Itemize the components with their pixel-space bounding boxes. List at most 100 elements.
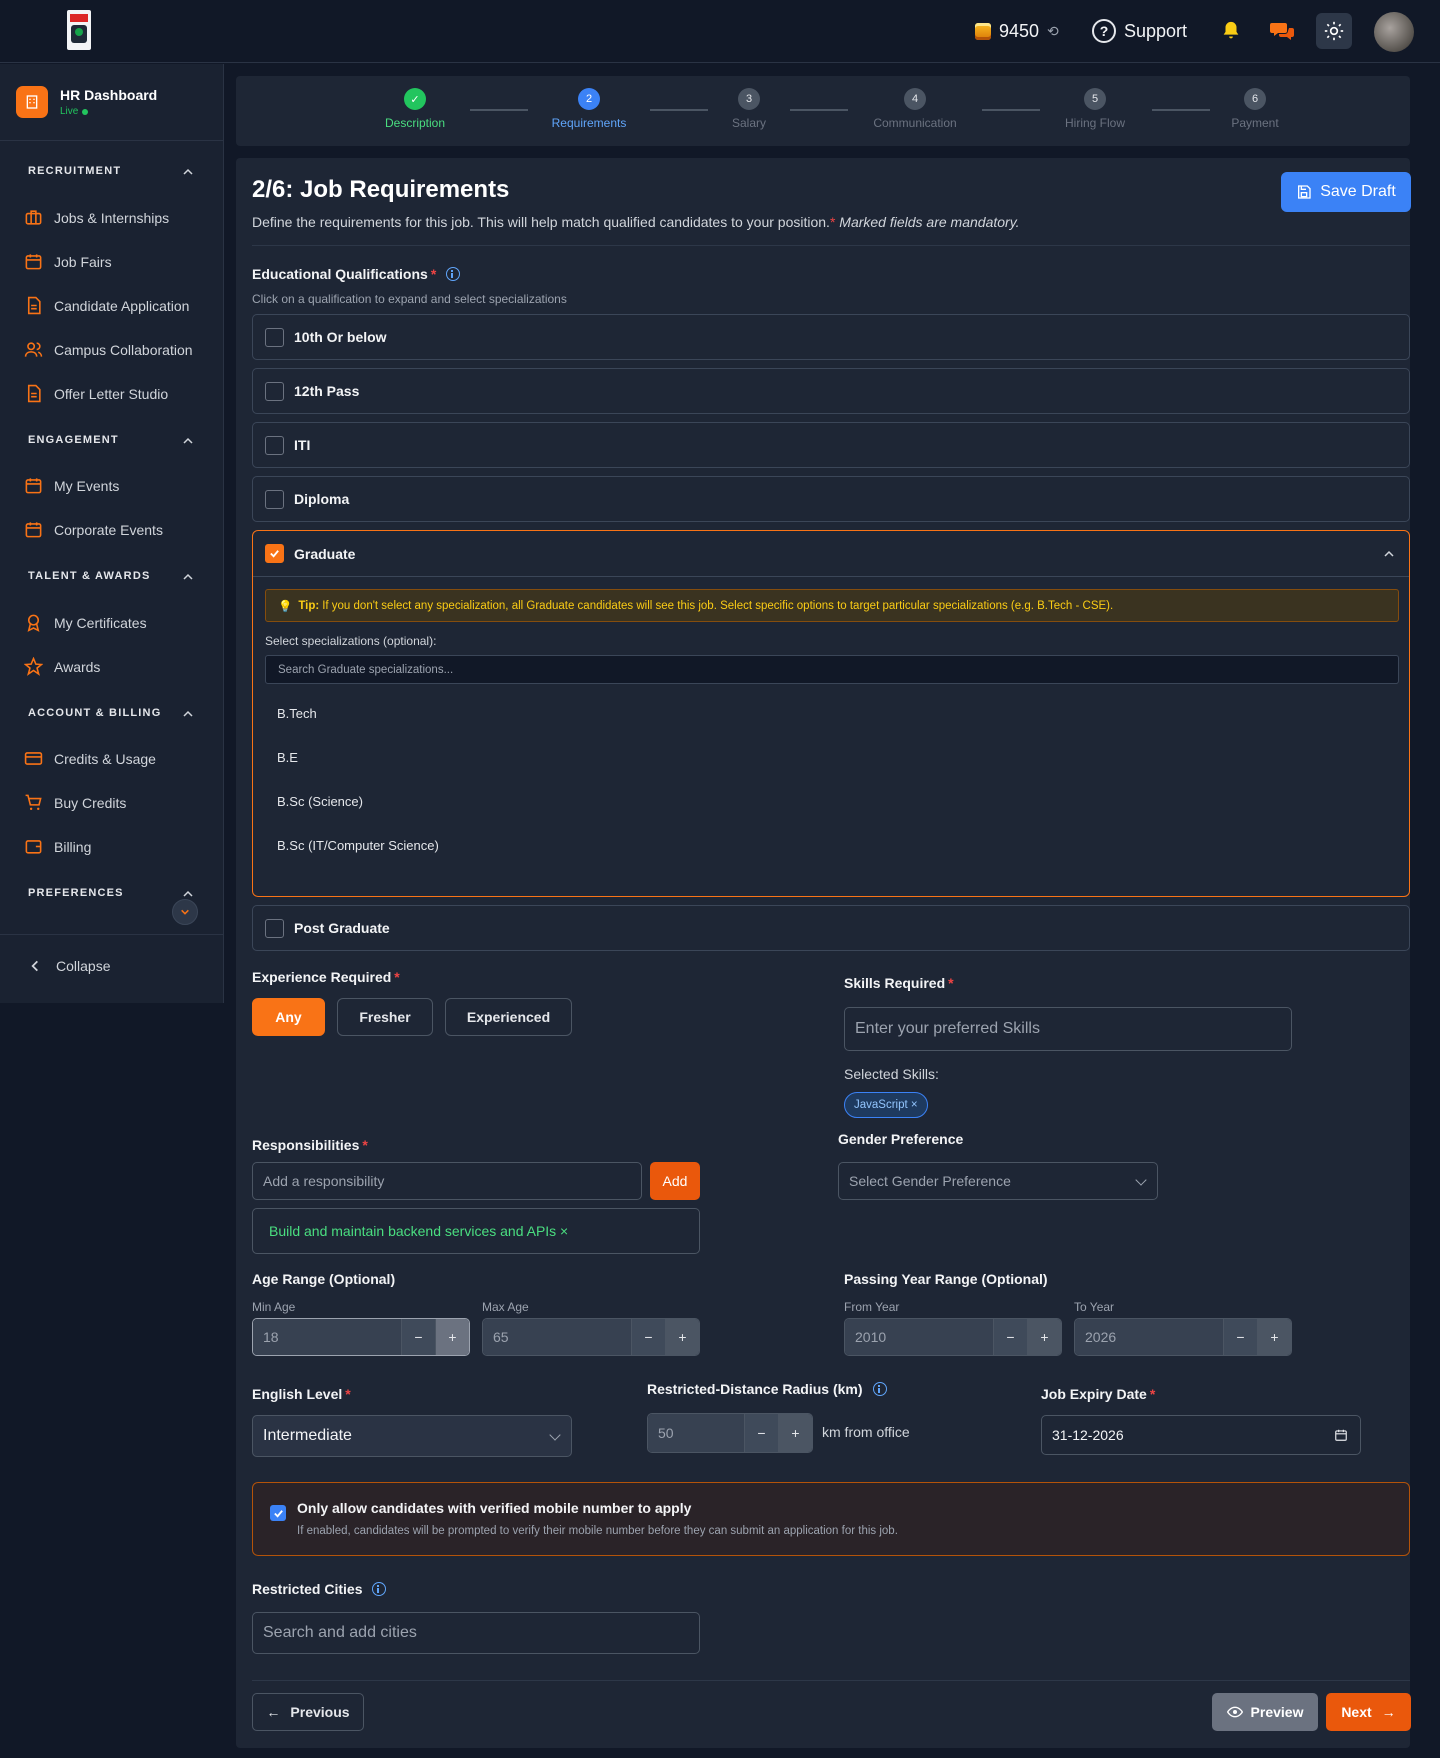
step-communication[interactable]: 4 Communication <box>845 88 985 130</box>
info-icon[interactable] <box>872 1382 887 1396</box>
info-icon[interactable] <box>372 1582 387 1596</box>
history-icon[interactable]: ⟲ <box>1047 23 1059 40</box>
min-age-stepper[interactable]: 18 − + <box>252 1318 470 1356</box>
sidebar-item-credits-usage[interactable]: Credits & Usage <box>24 749 156 768</box>
plus-button[interactable]: + <box>1027 1319 1061 1355</box>
verified-mobile-checkbox[interactable] <box>270 1505 286 1521</box>
minus-button[interactable]: − <box>1223 1319 1257 1355</box>
expiry-date-input[interactable]: 31-12-2026 <box>1041 1415 1361 1455</box>
previous-button[interactable]: ← Previous <box>252 1693 364 1731</box>
bell-icon[interactable] <box>1220 20 1242 42</box>
qualification-12th[interactable]: 12th Pass <box>252 368 1410 414</box>
radius-value[interactable]: 50 <box>648 1414 744 1452</box>
chevron-up-icon[interactable] <box>182 435 194 447</box>
chevron-up-icon[interactable] <box>182 571 194 583</box>
qualification-post-graduate[interactable]: Post Graduate <box>252 905 1410 951</box>
add-responsibility-button[interactable]: Add <box>650 1162 700 1200</box>
english-level-select[interactable]: Intermediate <box>252 1415 572 1457</box>
credits-display[interactable]: 9450 ⟲ <box>975 16 1059 46</box>
next-button[interactable]: Next → <box>1326 1693 1411 1731</box>
max-age-value[interactable]: 65 <box>483 1319 631 1355</box>
scroll-down-button[interactable] <box>172 899 198 925</box>
preview-button[interactable]: Preview <box>1212 1693 1318 1731</box>
chat-icon[interactable] <box>1270 20 1294 42</box>
experience-label: Experience Required * <box>252 969 400 985</box>
section-engagement[interactable]: ENGAGEMENT <box>28 434 119 446</box>
chevron-up-icon[interactable] <box>1383 548 1395 560</box>
experience-fresher-button[interactable]: Fresher <box>337 998 433 1036</box>
sidebar-item-jobs[interactable]: Jobs & Internships <box>24 208 169 227</box>
checkbox-checked[interactable] <box>265 544 284 563</box>
section-recruitment[interactable]: RECRUITMENT <box>28 165 121 177</box>
chevron-up-icon[interactable] <box>182 166 194 178</box>
cities-search-input[interactable]: Search and add cities <box>252 1612 700 1654</box>
checkbox[interactable] <box>265 489 284 509</box>
plus-button[interactable]: + <box>1257 1319 1291 1355</box>
checkbox[interactable] <box>265 918 284 938</box>
brand[interactable]: HR Dashboard Live <box>16 86 157 118</box>
minus-button[interactable]: − <box>401 1319 435 1355</box>
sidebar-item-awards[interactable]: Awards <box>24 657 100 676</box>
sidebar-item-candidate-application[interactable]: Candidate Application <box>24 296 189 315</box>
sidebar-item-my-events[interactable]: My Events <box>24 476 119 495</box>
responsibility-item[interactable]: Build and maintain backend services and … <box>252 1208 700 1254</box>
graduate-header[interactable]: Graduate <box>253 531 1409 577</box>
skills-input[interactable]: Enter your preferred Skills <box>844 1007 1292 1051</box>
qualification-10th[interactable]: 10th Or below <box>252 314 1410 360</box>
spec-option[interactable]: B.Tech <box>277 706 317 721</box>
checkbox[interactable] <box>265 327 284 347</box>
checkbox[interactable] <box>265 435 284 455</box>
plus-button[interactable]: + <box>665 1319 699 1355</box>
qualification-diploma[interactable]: Diploma <box>252 476 1410 522</box>
minus-button[interactable]: − <box>631 1319 665 1355</box>
plus-button[interactable]: + <box>778 1414 812 1452</box>
qualification-iti[interactable]: ITI <box>252 422 1410 468</box>
sidebar-item-job-fairs[interactable]: Job Fairs <box>24 252 112 271</box>
experience-experienced-button[interactable]: Experienced <box>445 998 572 1036</box>
spec-option[interactable]: B.Sc (IT/Computer Science) <box>277 838 439 853</box>
radius-stepper[interactable]: 50 − + <box>647 1413 813 1453</box>
step-salary[interactable]: 3 Salary <box>679 88 819 130</box>
sidebar-item-campus-collaboration[interactable]: Campus Collaboration <box>24 340 193 359</box>
support-link[interactable]: ? Support <box>1092 16 1187 46</box>
plus-button[interactable]: + <box>435 1319 469 1355</box>
edu-label: Educational Qualifications * <box>252 266 461 282</box>
spec-search-input[interactable]: Search Graduate specializations... <box>265 655 1399 684</box>
sidebar-item-corporate-events[interactable]: Corporate Events <box>24 520 163 539</box>
calendar-icon[interactable] <box>1334 1428 1348 1442</box>
step-hiring-flow[interactable]: 5 Hiring Flow <box>1025 88 1165 130</box>
minus-button[interactable]: − <box>744 1414 778 1452</box>
info-icon[interactable] <box>446 267 461 281</box>
from-year-value[interactable]: 2010 <box>845 1319 993 1355</box>
step-payment[interactable]: 6 Payment <box>1185 88 1325 130</box>
to-year-value[interactable]: 2026 <box>1075 1319 1223 1355</box>
section-preferences[interactable]: PREFERENCES <box>28 887 124 899</box>
responsibility-input[interactable]: Add a responsibility <box>252 1162 642 1200</box>
sidebar-item-offer-letter-studio[interactable]: Offer Letter Studio <box>24 384 168 403</box>
sidebar-item-billing[interactable]: Billing <box>24 837 91 856</box>
spec-option[interactable]: B.Sc (Science) <box>277 794 363 809</box>
section-talent-awards[interactable]: TALENT & AWARDS <box>28 570 151 582</box>
sidebar-item-my-certificates[interactable]: My Certificates <box>24 613 147 632</box>
step-description[interactable]: ✓ Description <box>345 88 485 130</box>
to-year-stepper[interactable]: 2026 − + <box>1074 1318 1292 1356</box>
checkbox[interactable] <box>265 381 284 401</box>
step-requirements[interactable]: 2 Requirements <box>519 88 659 130</box>
collapse-button[interactable]: Collapse <box>28 958 110 974</box>
min-age-value[interactable]: 18 <box>253 1319 401 1355</box>
avatar[interactable] <box>1374 12 1414 52</box>
experience-any-button[interactable]: Any <box>252 998 325 1036</box>
spec-option[interactable]: B.E <box>277 750 298 765</box>
chevron-up-icon[interactable] <box>182 708 194 720</box>
minus-button[interactable]: − <box>993 1319 1027 1355</box>
theme-toggle-button[interactable] <box>1316 13 1352 49</box>
from-year-stepper[interactable]: 2010 − + <box>844 1318 1062 1356</box>
gender-select[interactable]: Select Gender Preference <box>838 1162 1158 1200</box>
company-logo[interactable] <box>67 10 91 50</box>
save-draft-button[interactable]: Save Draft <box>1281 172 1411 212</box>
section-account-billing[interactable]: ACCOUNT & BILLING <box>28 707 161 719</box>
skill-tag[interactable]: JavaScript × <box>844 1092 928 1118</box>
sun-icon <box>1324 21 1344 41</box>
sidebar-item-buy-credits[interactable]: Buy Credits <box>24 793 126 812</box>
max-age-stepper[interactable]: 65 − + <box>482 1318 700 1356</box>
